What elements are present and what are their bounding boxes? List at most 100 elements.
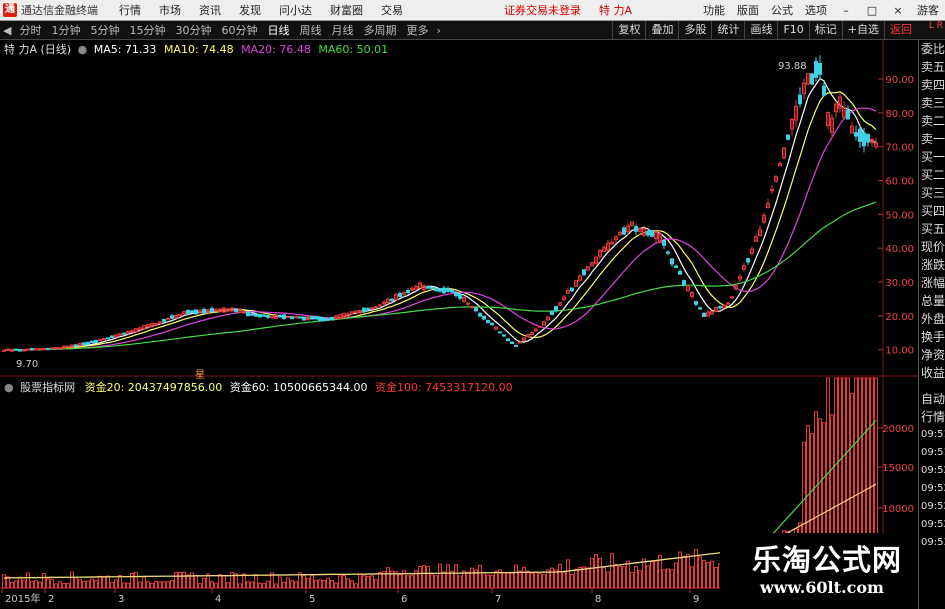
candle-body <box>718 306 722 309</box>
candle-body <box>702 312 706 317</box>
fund-bar <box>18 576 22 589</box>
candle-body <box>90 340 94 344</box>
fund-bar <box>74 577 78 589</box>
menu-ask[interactable]: 问小达 <box>279 2 312 18</box>
fund-bar <box>550 567 554 589</box>
tool-stats[interactable]: 统计 <box>711 21 744 39</box>
fund-bar <box>2 574 6 589</box>
candle-body <box>454 291 458 297</box>
candle-body <box>746 258 750 263</box>
fund-bar <box>338 575 342 589</box>
y-tick-label: 10.00 <box>885 346 914 357</box>
tool-mark[interactable]: 标记 <box>808 21 842 39</box>
candle-body <box>498 331 502 334</box>
fund-bar <box>614 563 618 589</box>
tool-f10[interactable]: F10 <box>777 21 808 39</box>
quote-side-panel: 委比 卖五 卖四 卖三 卖二 卖一 买一 买二 买三 买四 买五 现价 涨跌 涨幅 总量 外盘 换手 净资 收益 自… <box>918 40 945 609</box>
fund-bar <box>554 569 558 589</box>
app-title: 通达信金融终端 <box>21 4 98 17</box>
fund-bar <box>302 575 306 589</box>
period-15min[interactable]: 15分钟 <box>124 22 170 38</box>
candle-body <box>634 226 638 232</box>
fund-bar <box>10 581 14 589</box>
tool-multi-stock[interactable]: 多股 <box>678 21 711 39</box>
tool-draw[interactable]: 画线 <box>744 21 777 39</box>
period-more[interactable]: 更多 <box>401 22 433 38</box>
chevron-right-icon[interactable]: › <box>433 24 443 37</box>
candle-body <box>822 85 826 96</box>
menu-news[interactable]: 资讯 <box>199 2 221 18</box>
menu-trade[interactable]: 交易 <box>381 2 403 18</box>
side-label-6: 买一 <box>921 150 945 164</box>
fund-bar <box>342 574 346 589</box>
fund-bar <box>422 565 426 589</box>
fund-bar <box>186 574 190 589</box>
fund-bar <box>142 576 146 589</box>
candle-body <box>514 344 518 347</box>
period-daily[interactable]: 日线 <box>262 22 294 38</box>
candle-body <box>94 339 98 343</box>
menu-quotes[interactable]: 行情 <box>119 2 141 18</box>
kline-chart[interactable]: 90.00 80.00 70.00 60.00 50.00 40.00 30.00 20.00… <box>0 40 918 608</box>
candle-body <box>166 317 170 320</box>
close-icon[interactable]: × <box>891 4 905 17</box>
period-1min[interactable]: 1分钟 <box>46 22 85 38</box>
fund-bar <box>386 567 390 589</box>
candle-body <box>674 265 678 269</box>
fund-bar <box>14 580 18 589</box>
restore-icon[interactable]: □ <box>865 4 879 17</box>
period-intraday[interactable]: 分时 <box>14 22 46 38</box>
low-price-label: 9.70 <box>16 359 38 370</box>
menu-discover[interactable]: 发现 <box>239 2 261 18</box>
period-monthly[interactable]: 月线 <box>326 22 358 38</box>
fund-bar <box>458 575 462 589</box>
candle-body <box>26 348 30 351</box>
fund-bar <box>454 564 458 589</box>
period-30min[interactable]: 30分钟 <box>170 22 216 38</box>
period-multi[interactable]: 多周期 <box>358 22 401 38</box>
tool-overlay[interactable]: 叠加 <box>645 21 678 39</box>
menu-layout[interactable]: 版面 <box>737 2 759 18</box>
fund-bar <box>522 566 526 589</box>
candle-body <box>662 240 666 246</box>
period-5min[interactable]: 5分钟 <box>85 22 124 38</box>
minimize-icon[interactable]: – <box>839 4 853 17</box>
fund-bar <box>538 573 542 589</box>
tool-return[interactable]: 返回 <box>884 21 917 39</box>
tool-adjust[interactable]: 复权 <box>612 21 645 39</box>
fund-bar <box>502 572 506 589</box>
trade-status[interactable]: 证券交易未登录 <box>504 2 581 18</box>
candle-body <box>314 316 318 320</box>
fund-bar <box>90 578 94 589</box>
period-weekly[interactable]: 周线 <box>294 22 326 38</box>
fund-bar <box>442 571 446 589</box>
fund-bar <box>426 565 430 589</box>
candle-body <box>190 310 194 314</box>
candle-body <box>370 307 374 310</box>
tick-time-4: 09:52 <box>921 465 945 476</box>
side-label-4: 卖二 <box>921 114 945 128</box>
side-label-12: 涨跌 <box>921 258 945 272</box>
fund-bar <box>262 583 266 589</box>
fund-bar <box>654 560 658 589</box>
fund-bar <box>526 570 530 589</box>
candle-body <box>18 349 22 352</box>
fund-bar <box>38 581 42 589</box>
candle-body <box>438 288 442 292</box>
menu-market[interactable]: 市场 <box>159 2 181 18</box>
news-marker[interactable]: 星 <box>195 369 205 381</box>
menu-options[interactable]: 选项 <box>805 2 827 18</box>
candle-body <box>682 280 686 286</box>
fund-bar <box>274 583 278 589</box>
guest-label[interactable]: 游客 <box>917 2 939 18</box>
tool-add-watchlist[interactable]: +自选 <box>841 21 884 39</box>
back-arrow-icon[interactable]: ◀ <box>0 24 14 37</box>
fund-bar <box>602 567 606 589</box>
menu-function[interactable]: 功能 <box>703 2 725 18</box>
side-label-11: 现价 <box>921 240 945 254</box>
menu-formula[interactable]: 公式 <box>771 2 793 18</box>
menu-wealth[interactable]: 财富圈 <box>330 2 363 18</box>
stock-name: 特 力A <box>599 4 633 17</box>
candle-body <box>374 306 378 309</box>
period-60min[interactable]: 60分钟 <box>216 22 262 38</box>
